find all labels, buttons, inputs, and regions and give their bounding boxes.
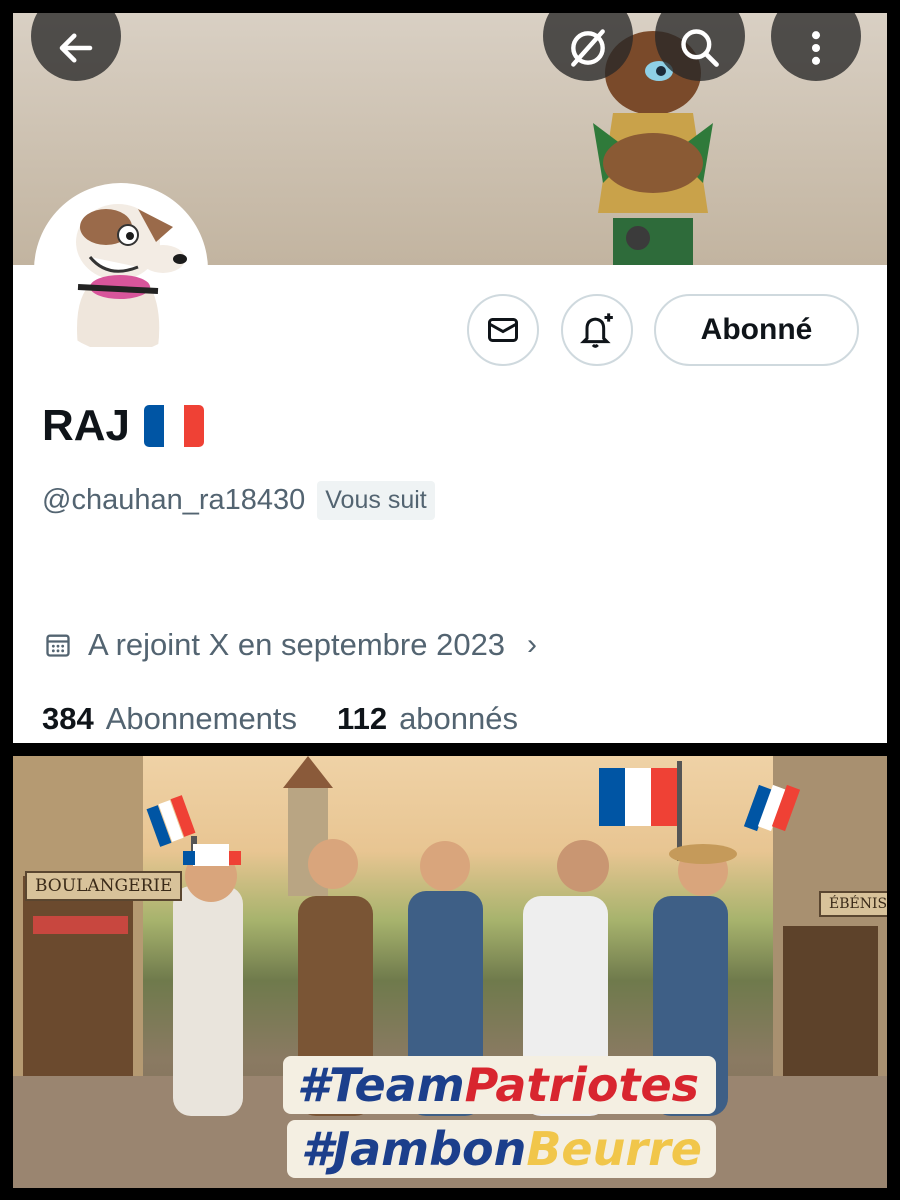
followers-stat[interactable]: 112 abonnés xyxy=(337,701,518,737)
username-handle: @chauhan_ra18430 xyxy=(42,484,306,516)
handle-row: @chauhan_ra18430 Vous suit xyxy=(42,481,435,520)
following-label: Abonnements xyxy=(105,701,298,736)
profile-card: Abonné RAJ @chauhan_ra18430 Vous suit A … xyxy=(13,13,887,743)
followers-count: 112 xyxy=(337,701,388,736)
follow-stats: 384 Abonnements 112 abonnés xyxy=(42,701,558,737)
follows-you-badge: Vous suit xyxy=(317,481,435,520)
following-button[interactable]: Abonné xyxy=(654,294,859,366)
mail-icon xyxy=(488,318,518,342)
joined-date-row[interactable]: A rejoint X en septembre 2023 › xyxy=(44,627,537,663)
display-name: RAJ xyxy=(42,401,131,450)
france-flag-icon xyxy=(144,405,205,447)
avatar[interactable] xyxy=(34,183,208,357)
joined-date: A rejoint X en septembre 2023 xyxy=(88,627,506,662)
hashtag-team-patriotes: #TeamPatriotes xyxy=(283,1056,716,1114)
search-icon xyxy=(681,29,719,67)
calendar-icon xyxy=(46,634,70,657)
chevron-right-icon: › xyxy=(527,628,538,661)
profile-name: RAJ xyxy=(42,401,205,451)
ebeniste-sign: ÉBÉNISTE xyxy=(819,891,887,917)
back-arrow-icon xyxy=(59,33,93,63)
following-stat[interactable]: 384 Abonnements xyxy=(42,701,297,737)
notifications-button[interactable] xyxy=(561,294,633,366)
boulangerie-sign: BOULANGERIE xyxy=(25,871,183,901)
followers-label: abonnés xyxy=(399,701,519,736)
more-icon xyxy=(811,31,821,65)
hashtag-overlay: #TeamPatriotes #JambonBeurre xyxy=(283,1056,716,1178)
message-button[interactable] xyxy=(467,294,539,366)
following-count: 384 xyxy=(42,701,94,736)
hide-icon xyxy=(571,29,605,67)
bell-plus-icon xyxy=(580,313,613,348)
avatar-dog-illustration xyxy=(38,187,204,353)
banner-image-preview[interactable]: BOULANGERIE ÉBÉNISTE #TeamPatriotes #Jam… xyxy=(13,756,887,1188)
hashtag-jambon-beurre: #JambonBeurre xyxy=(287,1120,716,1178)
